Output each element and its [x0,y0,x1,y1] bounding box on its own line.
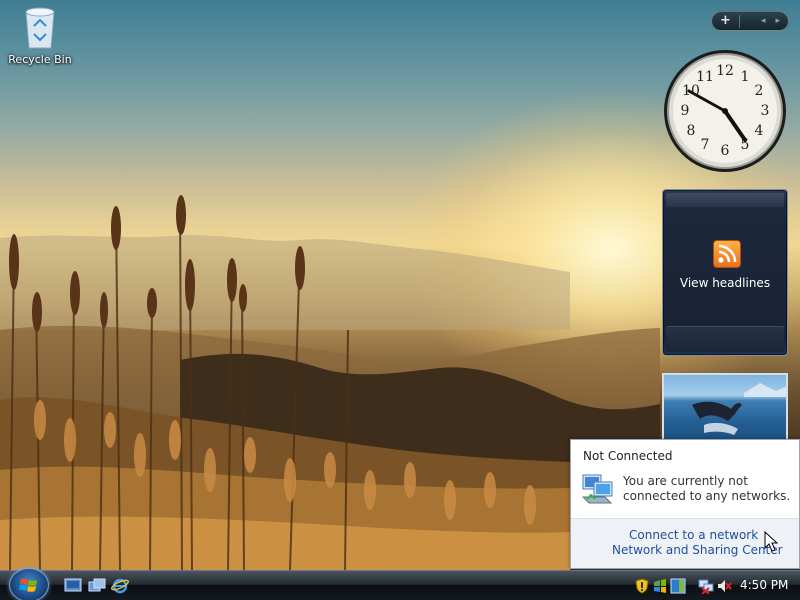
windows-update-icon[interactable] [652,578,668,594]
clock-gadget[interactable]: 12 1 2 3 4 5 6 7 8 9 10 11 [660,48,790,174]
popup-title: Not Connected [583,449,673,463]
clock-time[interactable]: 4:50 PM [740,578,788,592]
start-button[interactable] [9,568,49,600]
clock-numeral: 3 [761,103,770,119]
sidebar-controls: + ◂ ▸ [711,11,789,31]
feed-bottom-bar [666,326,784,352]
clock-numeral: 4 [755,123,764,139]
internet-explorer-icon[interactable] [111,577,129,594]
clock-numeral: 12 [716,63,734,79]
connect-to-network-link[interactable]: Connect to a network [629,528,758,542]
clock-numeral: 11 [696,69,714,85]
rss-icon [713,240,741,268]
clock-numeral: 6 [721,143,730,159]
show-desktop-icon[interactable] [64,577,82,594]
view-headlines-label: View headlines [679,276,771,290]
recycle-bin-icon [25,7,55,49]
clock-numeral: 7 [701,137,710,153]
clock-numeral: 2 [755,83,764,99]
next-page-button[interactable]: ▸ [775,16,780,26]
windows-orb-icon [19,578,37,592]
previous-page-button[interactable]: ◂ [761,16,766,26]
popup-message: You are currently not connected to any n… [623,474,791,503]
switch-windows-icon[interactable] [88,577,106,594]
add-gadget-button[interactable]: + [720,12,731,30]
desktop: Recycle Bin + ◂ ▸ 12 1 2 3 4 5 6 7 8 9 1… [0,0,800,570]
feed-top-bar [666,193,784,207]
slideshow-gadget[interactable] [662,373,788,443]
network-sharing-center-link[interactable]: Network and Sharing Center [612,543,783,557]
network-disconnected-icon[interactable] [698,578,714,594]
feed-headlines-gadget[interactable]: View headlines [662,189,788,356]
clock-numeral: 8 [687,123,696,139]
recycle-bin-label: Recycle Bin [8,53,72,66]
whale-photo [692,383,786,435]
network-disconnected-icon [581,474,613,504]
taskbar: 4:50 PM [0,568,800,600]
recycle-bin[interactable]: Recycle Bin [6,4,74,66]
clock-numeral: 1 [741,69,750,85]
volume-muted-icon[interactable] [716,578,732,594]
clock-numeral: 9 [681,103,690,119]
sidebar-icon[interactable] [670,578,686,594]
mouse-cursor-icon [764,531,778,552]
security-shield-icon[interactable] [634,578,650,594]
